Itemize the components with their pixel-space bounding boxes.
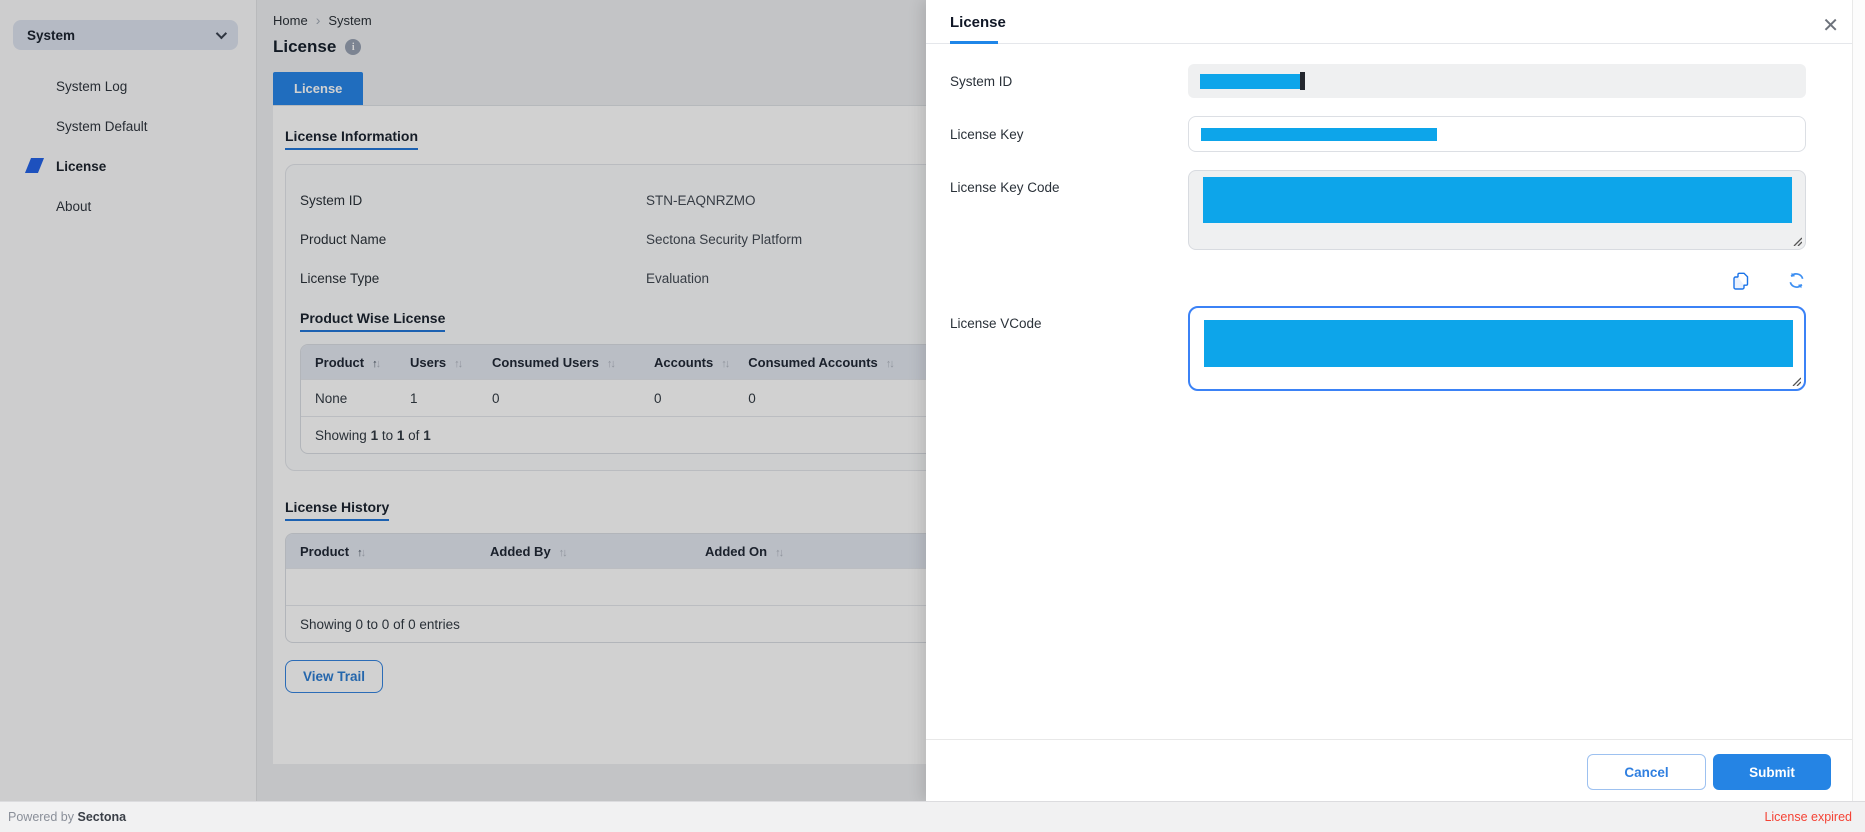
scrollbar[interactable] — [1852, 0, 1865, 801]
resize-handle-icon[interactable] — [1791, 376, 1801, 386]
field-row-license-key-code: License Key Code — [950, 170, 1806, 306]
license-vcode-redacted-value — [1204, 320, 1793, 367]
powered-by: Powered by Sectona — [8, 810, 126, 824]
close-icon[interactable]: ✕ — [1822, 16, 1839, 36]
panel-title-underline — [950, 41, 998, 44]
cancel-button[interactable]: Cancel — [1587, 754, 1706, 790]
license-status-text: License expired — [1764, 810, 1852, 824]
text-caret — [1300, 72, 1305, 90]
license-key-input[interactable] — [1188, 116, 1806, 152]
refresh-icon[interactable] — [1787, 271, 1806, 290]
license-vcode-label: License VCode — [950, 306, 1188, 331]
license-key-code-redacted-value — [1203, 177, 1792, 223]
system-id-input — [1188, 64, 1806, 98]
license-key-code-label: License Key Code — [950, 170, 1188, 195]
app-footer: Powered by Sectona License expired — [0, 801, 1865, 832]
submit-button[interactable]: Submit — [1713, 754, 1831, 790]
resize-handle-icon[interactable] — [1792, 236, 1802, 246]
field-row-license-vcode: License VCode — [950, 306, 1806, 391]
copy-icon[interactable] — [1731, 271, 1751, 291]
system-id-label: System ID — [950, 74, 1188, 89]
field-row-license-key: License Key — [950, 116, 1806, 152]
license-slideover-panel: License ✕ System ID License Key License … — [926, 0, 1865, 801]
brand-name: Sectona — [78, 810, 127, 824]
license-key-label: License Key — [950, 127, 1188, 142]
field-row-system-id: System ID — [950, 64, 1806, 98]
license-vcode-textarea[interactable] — [1188, 306, 1806, 391]
license-key-code-textarea[interactable] — [1188, 170, 1806, 250]
panel-title: License — [950, 14, 1006, 41]
license-key-redacted-value — [1201, 128, 1437, 141]
system-id-redacted-value — [1200, 74, 1300, 89]
